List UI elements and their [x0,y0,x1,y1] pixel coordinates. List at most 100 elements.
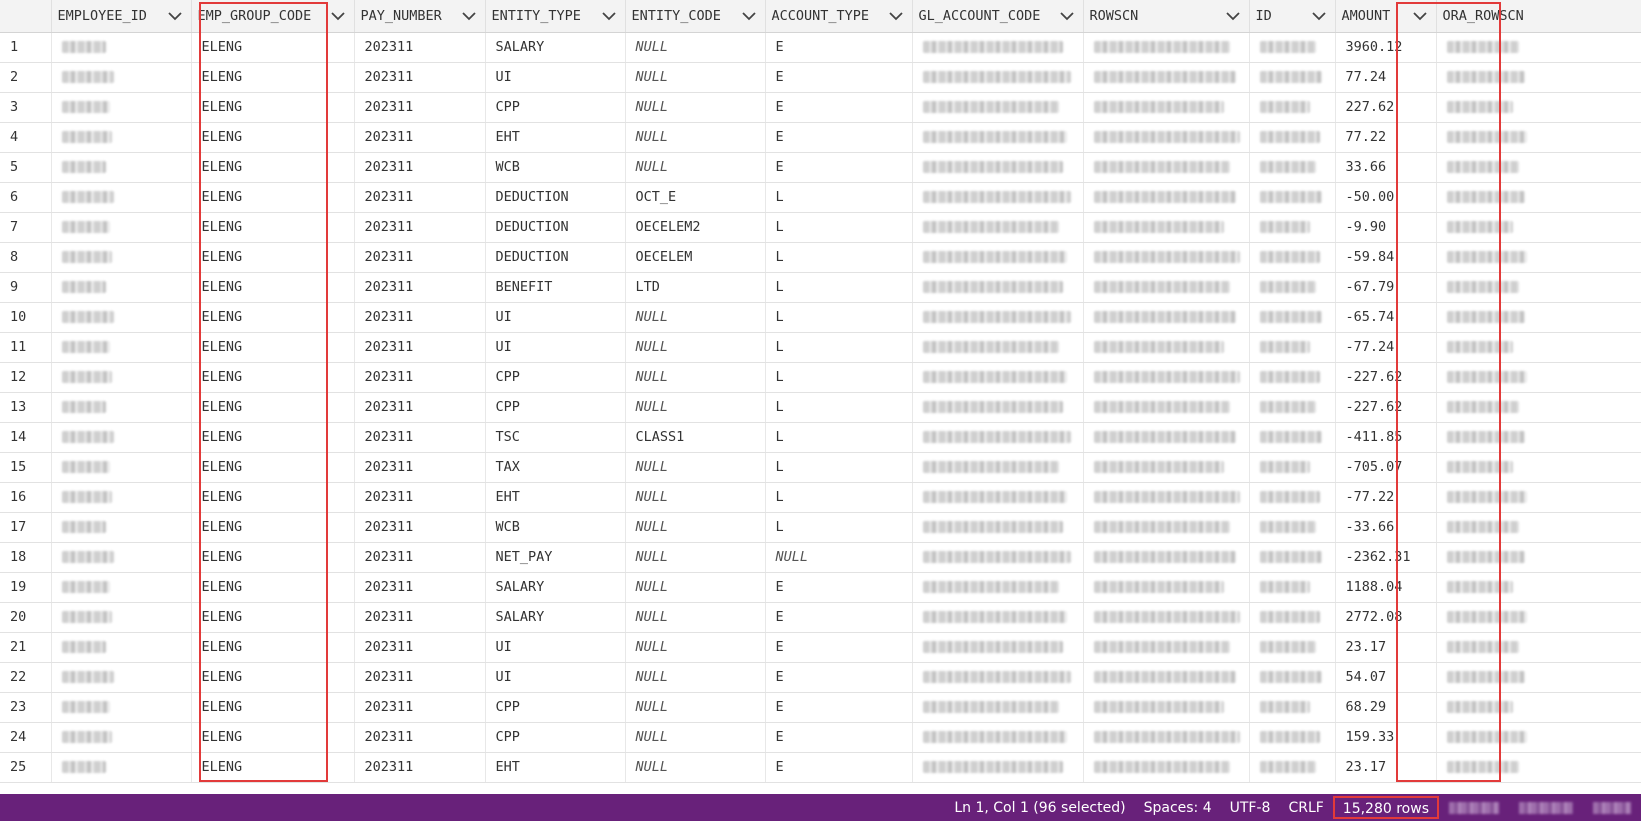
cell-entity-code[interactable]: OECELEM [625,242,766,273]
cell-pay-number[interactable]: 202311 [354,92,486,123]
cell-entity-code[interactable]: OECELEM2 [625,212,766,243]
table-row[interactable]: 24 ELENG 202311 CPP NULL E 159.33 [0,722,1641,753]
cell-entity-type[interactable]: UI [485,332,626,363]
cell-emp-group-code[interactable]: ELENG [191,392,355,423]
cell-ora-rowscn[interactable] [1436,272,1641,303]
cell-ora-rowscn[interactable] [1436,572,1641,603]
table-row[interactable]: 8 ELENG 202311 DEDUCTION OECELEM L -59.84 [0,242,1641,273]
table-row[interactable]: 6 ELENG 202311 DEDUCTION OCT_E L -50.00 [0,182,1641,213]
cell-entity-code[interactable]: NULL [625,542,766,573]
cell-entity-code[interactable]: NULL [625,692,766,723]
table-row[interactable]: 3 ELENG 202311 CPP NULL E 227.62 [0,92,1641,123]
cell-amount[interactable]: 227.62 [1335,92,1437,123]
cell-gl-account-code[interactable] [912,602,1084,633]
cell-emp-group-code[interactable]: ELENG [191,332,355,363]
table-row[interactable]: 11 ELENG 202311 UI NULL L -77.24 [0,332,1641,363]
cell-employee-id[interactable] [51,122,192,153]
cell-ora-rowscn[interactable] [1436,632,1641,663]
cell-rowscn[interactable] [1083,62,1250,93]
cell-pay-number[interactable]: 202311 [354,122,486,153]
column-header-emp-group-code[interactable]: EMP_GROUP_CODE [191,0,355,33]
cell-gl-account-code[interactable] [912,512,1084,543]
chevron-down-icon[interactable] [461,9,477,23]
cell-pay-number[interactable]: 202311 [354,332,486,363]
cell-rowscn[interactable] [1083,332,1250,363]
cell-entity-type[interactable]: UI [485,302,626,333]
cell-ora-rowscn[interactable] [1436,212,1641,243]
cell-gl-account-code[interactable] [912,392,1084,423]
cell-rowscn[interactable] [1083,212,1250,243]
cell-emp-group-code[interactable]: ELENG [191,602,355,633]
cell-entity-code[interactable]: NULL [625,482,766,513]
table-row[interactable]: 25 ELENG 202311 EHT NULL E 23.17 [0,752,1641,783]
cell-gl-account-code[interactable] [912,122,1084,153]
cell-gl-account-code[interactable] [912,542,1084,573]
row-number[interactable]: 2 [0,62,52,93]
cell-ora-rowscn[interactable] [1436,542,1641,573]
row-number[interactable]: 6 [0,182,52,213]
cell-entity-type[interactable]: SALARY [485,572,626,603]
table-row[interactable]: 1 ELENG 202311 SALARY NULL E 3960.12 [0,32,1641,63]
cell-gl-account-code[interactable] [912,302,1084,333]
cell-pay-number[interactable]: 202311 [354,152,486,183]
cell-id[interactable] [1249,632,1336,663]
cell-entity-type[interactable]: DEDUCTION [485,182,626,213]
cell-account-type[interactable]: L [765,302,913,333]
cell-employee-id[interactable] [51,32,192,63]
cell-pay-number[interactable]: 202311 [354,242,486,273]
row-number[interactable]: 1 [0,32,52,63]
cell-entity-type[interactable]: EHT [485,122,626,153]
encoding-indicator[interactable]: UTF-8 [1221,800,1280,816]
cell-entity-code[interactable]: NULL [625,662,766,693]
cell-emp-group-code[interactable]: ELENG [191,542,355,573]
cell-amount[interactable]: -705.07 [1335,452,1437,483]
cell-ora-rowscn[interactable] [1436,362,1641,393]
cell-employee-id[interactable] [51,602,192,633]
cell-entity-code[interactable]: LTD [625,272,766,303]
column-header-rowscn[interactable]: ROWSCN [1083,0,1250,33]
table-row[interactable]: 7 ELENG 202311 DEDUCTION OECELEM2 L -9.90 [0,212,1641,243]
row-number[interactable]: 9 [0,272,52,303]
cell-amount[interactable]: 2772.08 [1335,602,1437,633]
cell-ora-rowscn[interactable] [1436,392,1641,423]
cell-entity-type[interactable]: CPP [485,362,626,393]
cell-gl-account-code[interactable] [912,362,1084,393]
column-header-entity-code[interactable]: ENTITY_CODE [625,0,766,33]
cell-entity-code[interactable]: NULL [625,722,766,753]
cell-emp-group-code[interactable]: ELENG [191,482,355,513]
cell-ora-rowscn[interactable] [1436,152,1641,183]
cell-emp-group-code[interactable]: ELENG [191,572,355,603]
chevron-down-icon[interactable] [330,9,346,23]
cell-account-type[interactable]: E [765,752,913,783]
cell-id[interactable] [1249,152,1336,183]
cell-emp-group-code[interactable]: ELENG [191,752,355,783]
cell-account-type[interactable]: E [765,572,913,603]
cell-account-type[interactable]: E [765,32,913,63]
column-header-employee-id[interactable]: EMPLOYEE_ID [51,0,192,33]
cell-account-type[interactable]: E [765,152,913,183]
cell-id[interactable] [1249,242,1336,273]
row-number[interactable]: 25 [0,752,52,783]
cell-entity-type[interactable]: CPP [485,722,626,753]
cell-account-type[interactable]: L [765,242,913,273]
table-row[interactable]: 14 ELENG 202311 TSC CLASS1 L -411.85 [0,422,1641,453]
cell-emp-group-code[interactable]: ELENG [191,182,355,213]
cell-entity-type[interactable]: CPP [485,392,626,423]
cell-entity-type[interactable]: UI [485,662,626,693]
cell-emp-group-code[interactable]: ELENG [191,632,355,663]
cell-employee-id[interactable] [51,92,192,123]
cell-account-type[interactable]: L [765,452,913,483]
cell-amount[interactable]: -2362.31 [1335,542,1437,573]
chevron-down-icon[interactable] [1225,9,1241,23]
cell-amount[interactable]: 33.66 [1335,152,1437,183]
cell-gl-account-code[interactable] [912,272,1084,303]
cell-pay-number[interactable]: 202311 [354,362,486,393]
cell-emp-group-code[interactable]: ELENG [191,692,355,723]
cell-ora-rowscn[interactable] [1436,332,1641,363]
cell-amount[interactable]: -59.84 [1335,242,1437,273]
cell-entity-code[interactable]: NULL [625,752,766,783]
cell-entity-type[interactable]: SALARY [485,32,626,63]
cell-pay-number[interactable]: 202311 [354,512,486,543]
cell-pay-number[interactable]: 202311 [354,662,486,693]
cell-ora-rowscn[interactable] [1436,92,1641,123]
